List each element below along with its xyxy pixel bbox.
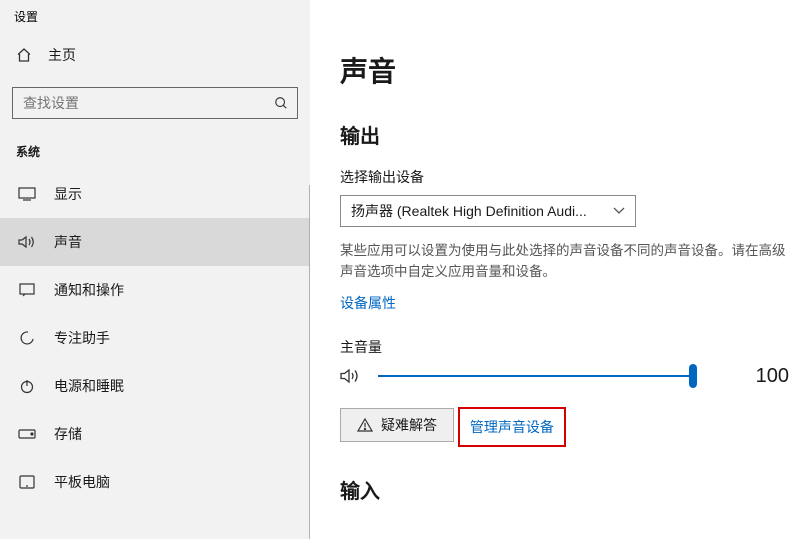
search-box[interactable]: [12, 87, 298, 119]
sidebar-item-tablet[interactable]: 平板电脑: [0, 458, 310, 506]
sidebar-item-label: 电源和睡眠: [54, 376, 124, 396]
device-properties-link[interactable]: 设备属性: [340, 293, 789, 313]
sidebar-item-label: 存储: [54, 424, 82, 444]
window-title: 设置: [0, 0, 310, 33]
notifications-icon: [18, 283, 36, 297]
search-icon: [273, 96, 289, 110]
volume-track: [378, 375, 693, 377]
output-heading: 输出: [340, 120, 789, 149]
chevron-down-icon: [613, 204, 625, 218]
volume-thumb[interactable]: [689, 364, 697, 388]
sidebar: 设置 主页 系统: [0, 0, 310, 539]
highlight-box: 管理声音设备: [458, 407, 566, 447]
sidebar-item-focus[interactable]: 专注助手: [0, 314, 310, 362]
display-icon: [18, 187, 36, 201]
output-device-select[interactable]: 扬声器 (Realtek High Definition Audi...: [340, 195, 636, 227]
search-input[interactable]: [21, 94, 273, 112]
home-icon: [16, 47, 32, 63]
sound-icon: [18, 234, 36, 250]
sidebar-item-sound[interactable]: 声音: [0, 218, 310, 266]
warning-icon: [357, 418, 373, 432]
output-device-value: 扬声器 (Realtek High Definition Audi...: [351, 201, 587, 221]
volume-value: 100: [739, 365, 789, 388]
nav-group-label: 系统: [0, 119, 310, 170]
volume-slider[interactable]: [378, 366, 693, 386]
content-area: 声音 输出 选择输出设备 扬声器 (Realtek High Definitio…: [310, 0, 809, 539]
input-heading: 输入: [340, 475, 789, 504]
storage-icon: [18, 429, 36, 439]
sidebar-item-label: 平板电脑: [54, 472, 110, 492]
sidebar-item-label: 专注助手: [54, 328, 110, 348]
sidebar-item-notifications[interactable]: 通知和操作: [0, 266, 310, 314]
focus-icon: [18, 330, 36, 346]
power-icon: [18, 378, 36, 394]
troubleshoot-button[interactable]: 疑难解答: [340, 408, 454, 442]
home-nav[interactable]: 主页: [0, 33, 310, 77]
volume-icon[interactable]: [340, 367, 362, 385]
master-volume-label: 主音量: [340, 337, 789, 357]
home-label: 主页: [48, 45, 76, 65]
sidebar-item-label: 显示: [54, 184, 82, 204]
sidebar-item-display[interactable]: 显示: [0, 170, 310, 218]
sidebar-item-label: 通知和操作: [54, 280, 124, 300]
output-description: 某些应用可以设置为使用与此处选择的声音设备不同的声音设备。请在高级声音选项中自定…: [340, 241, 789, 283]
manage-sound-devices-link[interactable]: 管理声音设备: [470, 417, 554, 437]
page-title: 声音: [340, 50, 789, 90]
sidebar-item-label: 声音: [54, 232, 82, 252]
sidebar-item-storage[interactable]: 存储: [0, 410, 310, 458]
tablet-icon: [18, 475, 36, 489]
troubleshoot-label: 疑难解答: [381, 415, 437, 435]
sidebar-item-power[interactable]: 电源和睡眠: [0, 362, 310, 410]
output-device-label: 选择输出设备: [340, 167, 789, 187]
